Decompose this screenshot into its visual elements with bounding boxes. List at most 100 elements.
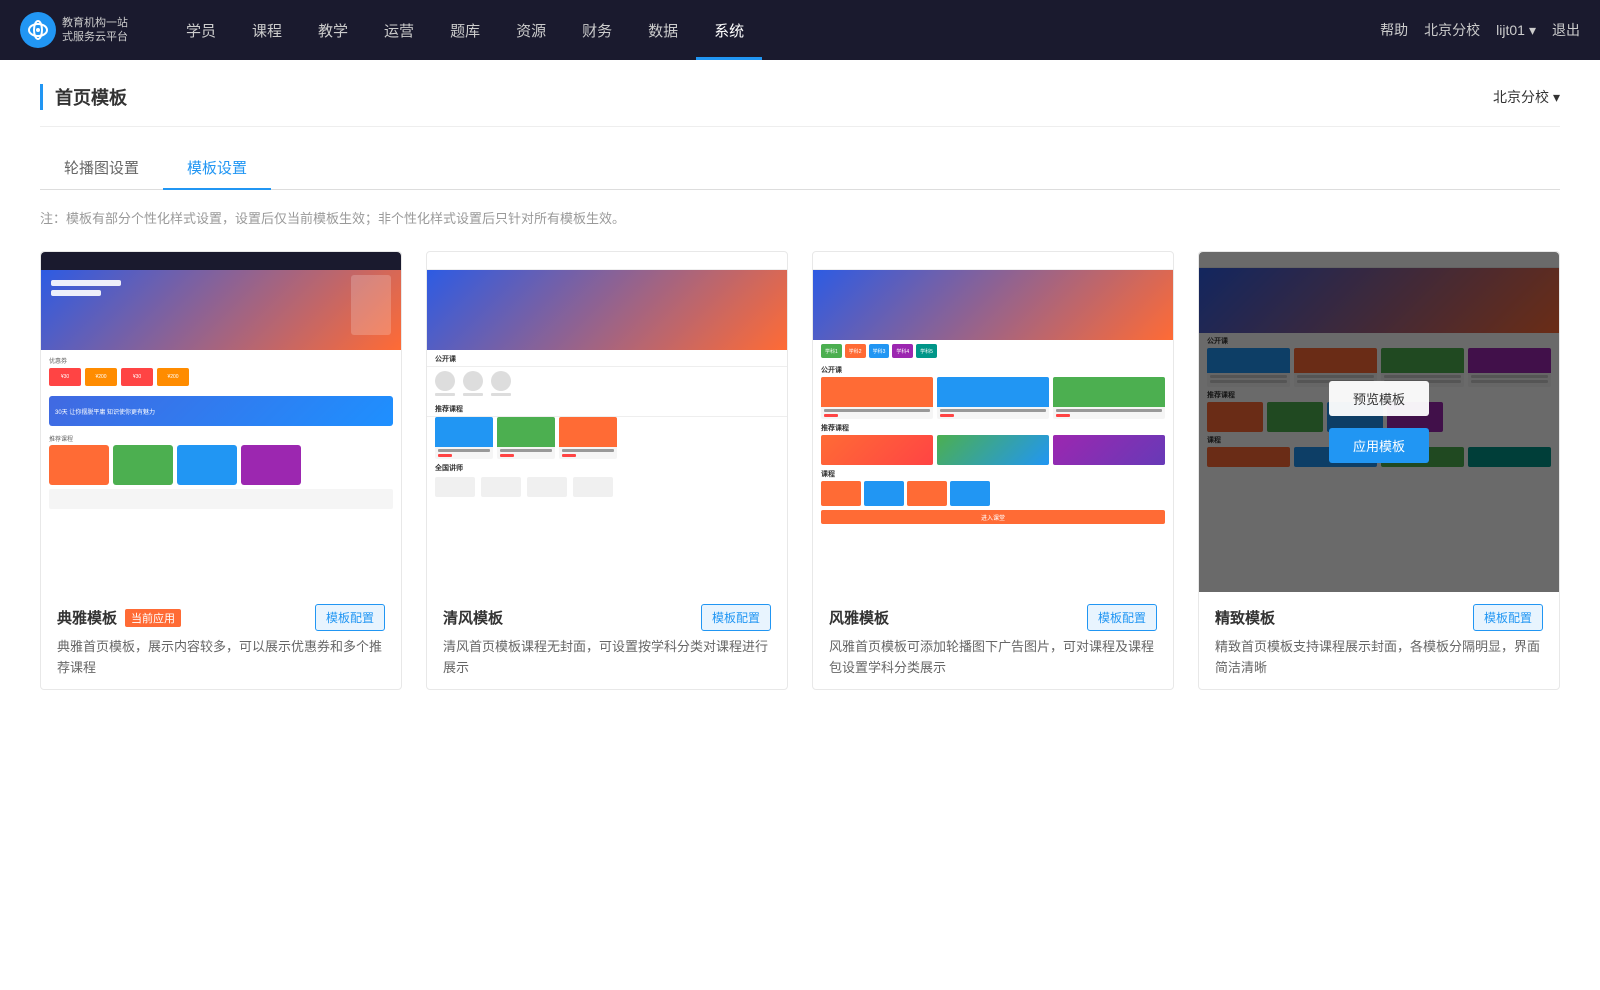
navbar-nav: 学员 课程 教学 运营 题库 资源 财务 数据 系统 <box>168 0 1380 60</box>
card3-courses-section: 课程 <box>813 465 1173 481</box>
template-card-2: 公开课 <box>426 251 788 690</box>
card3-section1: 公开课 <box>813 362 1173 377</box>
template-preview-1: 优惠券 ¥30 ¥200 ¥30 ¥200 30天 让你摆脱平庸 知识使你更有魅… <box>41 252 401 592</box>
grid-course-4 <box>950 481 990 506</box>
card3-price-2 <box>940 414 954 417</box>
card2-course-2 <box>497 417 555 459</box>
card3-nav <box>813 252 1173 270</box>
card3-course-1 <box>821 377 933 419</box>
nav-item-system[interactable]: 系统 <box>696 0 762 60</box>
config-button-2[interactable]: 模板配置 <box>701 604 771 631</box>
card3-apply-btn: 进入课堂 <box>821 510 1165 524</box>
config-button-3[interactable]: 模板配置 <box>1087 604 1157 631</box>
cat-tab-5: 学科5 <box>916 344 937 358</box>
template-name-1: 典雅模板 <box>57 607 117 628</box>
config-button-4[interactable]: 模板配置 <box>1473 604 1543 631</box>
nav-item-resources[interactable]: 资源 <box>498 0 564 60</box>
dropdown-icon: ▾ <box>1529 22 1536 39</box>
template-overlay-4: 预览模板 应用模板 <box>1199 252 1559 592</box>
coupon-4: ¥200 <box>157 368 189 386</box>
card2-section2: 推荐课程 <box>427 400 787 417</box>
help-link[interactable]: 帮助 <box>1380 20 1408 40</box>
preview-promo-banner: 30天 让你摆脱平庸 知识使你更有魅力 <box>49 396 393 426</box>
card2-thumb-3 <box>559 417 617 447</box>
card3-info-3 <box>1053 407 1165 419</box>
tab-carousel[interactable]: 轮播图设置 <box>40 147 163 190</box>
template-name-row-2: 清风模板 模板配置 <box>443 604 771 631</box>
template-desc-2: 清风首页模板课程无封面，可设置按学科分类对课程进行展示 <box>443 637 771 679</box>
username: lijt01 <box>1496 22 1525 38</box>
preview-coupons: 优惠券 ¥30 ¥200 ¥30 ¥200 <box>41 350 401 392</box>
branch-selector[interactable]: 北京分校 ▾ <box>1493 87 1560 107</box>
cat-tab-4: 学科4 <box>892 344 913 358</box>
user-dropdown[interactable]: lijt01 ▾ <box>1496 22 1536 39</box>
template-desc-4: 精致首页模板支持课程展示封面，各模板分隔明显，界面简洁清晰 <box>1215 637 1543 679</box>
template-name-group-1: 典雅模板 当前应用 <box>57 607 181 628</box>
nav-item-operations[interactable]: 运营 <box>366 0 432 60</box>
card3-title-3 <box>1056 409 1162 412</box>
card2-price-2 <box>500 454 514 457</box>
page-header: 首页模板 北京分校 ▾ <box>40 60 1560 127</box>
apply-button-4[interactable]: 应用模板 <box>1329 428 1429 463</box>
teacher-name-2 <box>463 393 483 396</box>
config-button-1[interactable]: 模板配置 <box>315 604 385 631</box>
grid-course-1 <box>821 481 861 506</box>
nav-item-courses[interactable]: 课程 <box>234 0 300 60</box>
navbar-right: 帮助 北京分校 lijt01 ▾ 退出 <box>1380 20 1580 40</box>
preview-courses-label: 推荐课程 <box>41 430 401 445</box>
card2-price-3 <box>562 454 576 457</box>
tab-template[interactable]: 模板设置 <box>163 147 271 190</box>
template-name-row-3: 风雅模板 模板配置 <box>829 604 1157 631</box>
card2-teachers <box>427 367 787 400</box>
template-footer-4: 精致模板 模板配置 精致首页模板支持课程展示封面，各模板分隔明显，界面简洁清晰 <box>1199 592 1559 689</box>
template-name-3: 风雅模板 <box>829 607 889 628</box>
card2-teacher-1 <box>435 371 455 396</box>
coupon-3: ¥30 <box>121 368 153 386</box>
preview-nav <box>41 252 401 270</box>
branch-link[interactable]: 北京分校 <box>1424 20 1480 40</box>
nav-item-finance[interactable]: 财务 <box>564 0 630 60</box>
preview-coupon-list: ¥30 ¥200 ¥30 ¥200 <box>49 368 393 386</box>
card2-info-2 <box>497 447 555 459</box>
card2-title-1 <box>438 449 490 452</box>
card3-thumb-2 <box>937 377 1049 407</box>
teacher-avatar-2 <box>463 371 483 391</box>
card1-mockup: 优惠券 ¥30 ¥200 ¥30 ¥200 30天 让你摆脱平庸 知识使你更有魅… <box>41 252 401 592</box>
card3-info-1 <box>821 407 933 419</box>
cat-tab-1: 学科1 <box>821 344 842 358</box>
card2-lecturers-label: 全国讲师 <box>427 459 787 475</box>
nav-item-students[interactable]: 学员 <box>168 0 234 60</box>
nav-item-data[interactable]: 数据 <box>630 0 696 60</box>
template-name-4: 精致模板 <box>1215 607 1275 628</box>
preview-edu-section <box>49 489 393 509</box>
card2-banner <box>427 270 787 350</box>
preview-banner <box>41 270 401 350</box>
card2-lecturer-4 <box>573 477 613 497</box>
nav-item-questions[interactable]: 题库 <box>432 0 498 60</box>
card2-title-2 <box>500 449 552 452</box>
logout-button[interactable]: 退出 <box>1552 20 1580 40</box>
coupon-1: ¥30 <box>49 368 81 386</box>
badge-current-1: 当前应用 <box>125 609 181 627</box>
card3-recommend-courses <box>813 435 1173 465</box>
card2-course-1 <box>435 417 493 459</box>
template-footer-1: 典雅模板 当前应用 模板配置 典雅首页模板，展示内容较多，可以展示优惠券和多个推… <box>41 592 401 689</box>
card2-info-1 <box>435 447 493 459</box>
preview-button-4[interactable]: 预览模板 <box>1329 381 1429 416</box>
card3-courses <box>813 377 1173 419</box>
teacher-avatar-3 <box>491 371 511 391</box>
card2-teacher-3 <box>491 371 511 396</box>
card3-price-3 <box>1056 414 1070 417</box>
logo-text: 教育机构一站 式服务云平台 <box>62 16 128 45</box>
card2-title-3 <box>562 449 614 452</box>
card2-courses <box>427 417 787 459</box>
nav-item-teaching[interactable]: 教学 <box>300 0 366 60</box>
cat-tab-2: 学科2 <box>845 344 866 358</box>
template-name-2: 清风模板 <box>443 607 503 628</box>
card3-thumb-1 <box>821 377 933 407</box>
template-note: 注：模板有部分个性化样式设置，设置后仅当前模板生效；非个性化样式设置后只针对所有… <box>40 208 1560 227</box>
template-name-row-1: 典雅模板 当前应用 模板配置 <box>57 604 385 631</box>
template-footer-2: 清风模板 模板配置 清风首页模板课程无封面，可设置按学科分类对课程进行展示 <box>427 592 787 689</box>
page-content: 首页模板 北京分校 ▾ 轮播图设置 模板设置 注：模板有部分个性化样式设置，设置… <box>0 60 1600 990</box>
logo[interactable]: 教育机构一站 式服务云平台 <box>20 12 128 48</box>
